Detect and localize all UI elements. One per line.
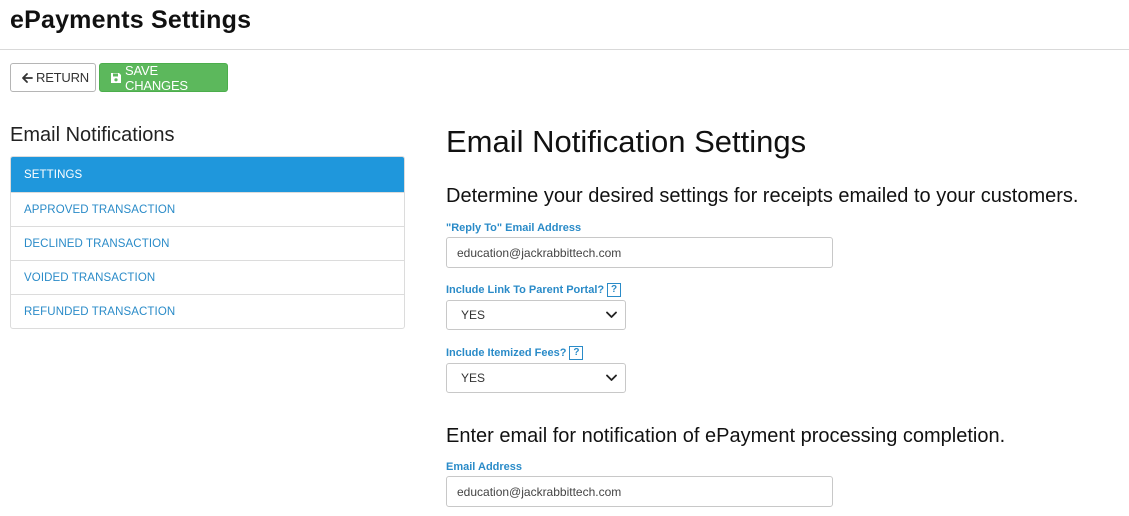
help-icon[interactable]: ? bbox=[607, 283, 622, 297]
notify-email-input[interactable] bbox=[446, 476, 833, 507]
sidebar-title: Email Notifications bbox=[10, 124, 175, 146]
itemized-fees-select-value: YES bbox=[461, 371, 486, 385]
floppy-disk-icon bbox=[110, 72, 122, 84]
notify-email-label-text: Email Address bbox=[446, 461, 523, 473]
chevron-down-icon bbox=[606, 371, 617, 385]
page-header: ePayments Settings bbox=[0, 0, 1129, 50]
itemized-fees-label-text: Include Itemized Fees? bbox=[446, 347, 567, 359]
page-title: ePayments Settings bbox=[10, 6, 252, 34]
return-button[interactable]: RETURN bbox=[10, 63, 96, 92]
parent-portal-select[interactable]: YES bbox=[446, 300, 626, 330]
sidebar-item-voided-transaction[interactable]: VOIDED TRANSACTION bbox=[11, 260, 404, 294]
help-icon[interactable]: ? bbox=[569, 346, 584, 360]
itemized-fees-select[interactable]: YES bbox=[446, 363, 626, 393]
sidebar-item-settings[interactable]: SETTINGS bbox=[11, 157, 404, 192]
chevron-down-icon bbox=[606, 308, 617, 322]
notify-email-label: Email Address bbox=[446, 461, 522, 473]
reply-to-label: "Reply To" Email Address bbox=[446, 222, 581, 234]
return-button-label: RETURN bbox=[36, 70, 89, 85]
reply-to-label-text: "Reply To" Email Address bbox=[446, 222, 582, 234]
reply-to-email-input[interactable] bbox=[446, 237, 833, 268]
sidebar-item-approved-transaction[interactable]: APPROVED TRANSACTION bbox=[11, 192, 404, 226]
parent-portal-label: Include Link To Parent Portal? ? bbox=[446, 283, 622, 297]
save-changes-button-label: SAVE CHANGES bbox=[125, 62, 188, 93]
processing-description: Enter email for notification of ePayment… bbox=[446, 425, 1006, 447]
save-changes-button[interactable]: SAVE CHANGES bbox=[99, 62, 228, 93]
toolbar: RETURN SAVE CHANGES bbox=[10, 62, 228, 93]
parent-portal-label-text: Include Link To Parent Portal? bbox=[446, 284, 605, 296]
sidebar-nav: SETTINGS APPROVED TRANSACTION DECLINED T… bbox=[10, 156, 405, 329]
parent-portal-select-value: YES bbox=[461, 308, 486, 322]
main-title: Email Notification Settings bbox=[446, 124, 807, 159]
receipts-description: Determine your desired settings for rece… bbox=[446, 185, 1079, 207]
itemized-fees-label: Include Itemized Fees? ? bbox=[446, 346, 584, 360]
arrow-left-icon bbox=[21, 72, 33, 84]
sidebar-item-declined-transaction[interactable]: DECLINED TRANSACTION bbox=[11, 226, 404, 260]
sidebar-item-refunded-transaction[interactable]: REFUNDED TRANSACTION bbox=[11, 294, 404, 328]
